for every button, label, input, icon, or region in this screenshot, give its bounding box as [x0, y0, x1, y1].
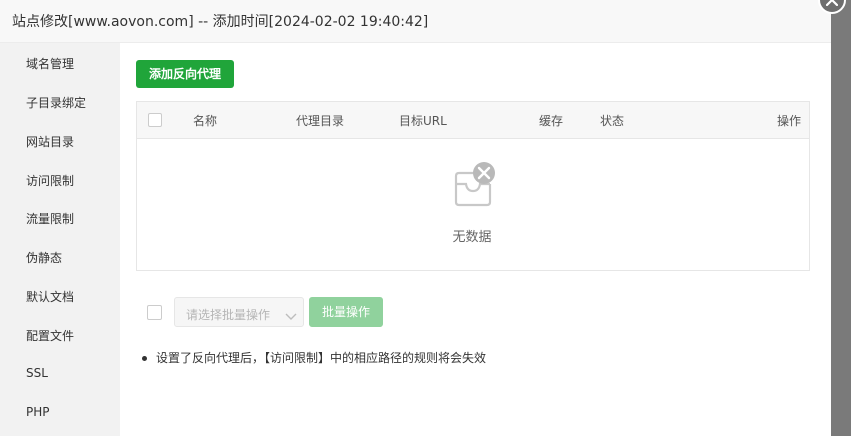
column-header-actions: 操作 — [777, 114, 802, 128]
sidebar: 域名管理 子目录绑定 网站目录 访问限制 流量限制 伪静态 默认文档 配置文件 … — [0, 43, 120, 436]
add-reverse-proxy-button[interactable]: 添加反向代理 — [136, 60, 234, 88]
batch-select-placeholder: 请选择批量操作 — [186, 308, 271, 322]
batch-operation-button[interactable]: 批量操作 — [309, 297, 383, 327]
overlay-shade — [831, 0, 851, 436]
column-header-name: 名称 — [193, 114, 218, 128]
sidebar-item-php[interactable]: PHP — [26, 405, 50, 419]
dialog-titlebar: 站点修改[www.aovon.com] -- 添加时间[2024-02-02 1… — [0, 0, 831, 43]
column-header-proxy-dir: 代理目录 — [296, 114, 345, 128]
empty-inbox-icon — [453, 160, 497, 214]
empty-state-text: 无数据 — [452, 230, 492, 245]
proxy-table: 名称 代理目录 目标URL 缓存 状态 操作 无数据 — [136, 101, 810, 271]
sidebar-item-default-doc[interactable]: 默认文档 — [26, 288, 74, 305]
batch-select-checkbox[interactable] — [147, 305, 162, 320]
sidebar-item-config-file[interactable]: 配置文件 — [26, 327, 74, 344]
note-text: 设置了反向代理后，【访问限制】中的相应路径的规则将会失效 — [156, 351, 487, 365]
table-header: 名称 代理目录 目标URL 缓存 状态 操作 — [137, 102, 809, 139]
note-bullet — [142, 356, 147, 361]
chevron-down-icon — [285, 307, 297, 326]
sidebar-item-site-directory[interactable]: 网站目录 — [26, 133, 74, 150]
sidebar-item-rewrite[interactable]: 伪静态 — [26, 249, 62, 266]
dialog-title: 站点修改[www.aovon.com] -- 添加时间[2024-02-02 1… — [12, 14, 429, 30]
sidebar-item-subdir-binding[interactable]: 子目录绑定 — [26, 94, 86, 111]
select-all-checkbox[interactable] — [148, 113, 162, 127]
batch-operation-select[interactable]: 请选择批量操作 — [174, 297, 304, 327]
column-header-status: 状态 — [600, 114, 625, 128]
sidebar-item-ssl[interactable]: SSL — [26, 366, 48, 380]
sidebar-item-access-limit[interactable]: 访问限制 — [26, 172, 74, 189]
site-edit-dialog: 站点修改[www.aovon.com] -- 添加时间[2024-02-02 1… — [0, 0, 846, 436]
column-header-target-url: 目标URL — [399, 114, 447, 128]
main-panel: 添加反向代理 名称 代理目录 目标URL 缓存 状态 操作 无数据 请选择批量操… — [120, 43, 831, 436]
sidebar-item-traffic-limit[interactable]: 流量限制 — [26, 210, 74, 227]
column-header-cache: 缓存 — [539, 114, 564, 128]
sidebar-item-domain[interactable]: 域名管理 — [26, 55, 74, 72]
